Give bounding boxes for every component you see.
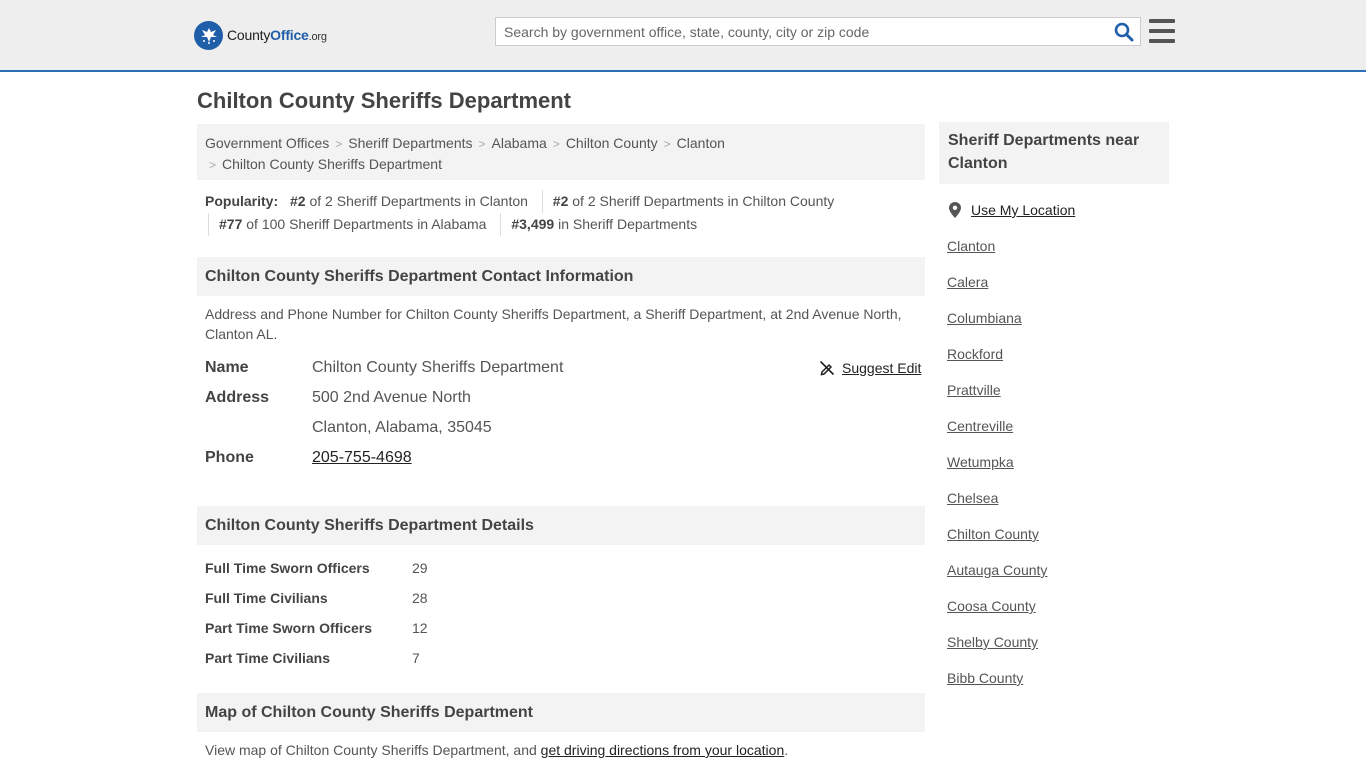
search-input[interactable] bbox=[496, 18, 1106, 45]
site-header: CountyOffice.org bbox=[0, 0, 1366, 72]
sidebar-heading: Sheriff Departments near Clanton bbox=[939, 122, 1169, 184]
nearby-link[interactable]: Chelsea bbox=[947, 490, 998, 506]
nearby-link[interactable]: Rockford bbox=[947, 346, 1003, 362]
address-label: Address bbox=[205, 389, 270, 406]
breadcrumb-current: Chilton County Sheriffs Department bbox=[222, 156, 442, 172]
popularity-item: #3,499 in Sheriff Departments bbox=[500, 213, 707, 236]
suggest-edit-link[interactable]: Suggest Edit bbox=[819, 356, 921, 380]
use-my-location-label: Use My Location bbox=[971, 202, 1076, 218]
nearby-item: Shelby County bbox=[947, 631, 1047, 667]
breadcrumb-separator-icon: > bbox=[663, 137, 671, 151]
breadcrumb-item[interactable]: Chilton County bbox=[566, 135, 658, 151]
nearby-link[interactable]: Wetumpka bbox=[947, 454, 1014, 470]
nearby-link[interactable]: Chilton County bbox=[947, 526, 1039, 542]
nearby-item: Calera bbox=[947, 271, 1047, 307]
use-my-location-link[interactable]: Use My Location bbox=[947, 199, 1075, 221]
nearby-link[interactable]: Coosa County bbox=[947, 598, 1036, 614]
details-value: 29 bbox=[412, 560, 428, 576]
nearby-link[interactable]: Clanton bbox=[947, 238, 995, 254]
map-heading: Map of Chilton County Sheriffs Departmen… bbox=[197, 693, 925, 732]
name-label: Name bbox=[205, 359, 249, 376]
logo-wordmark: CountyOffice.org bbox=[227, 27, 327, 43]
details-value: 28 bbox=[412, 590, 428, 606]
page-title: Chilton County Sheriffs Department bbox=[197, 88, 572, 113]
nearby-link[interactable]: Calera bbox=[947, 274, 988, 290]
nearby-item: Clanton bbox=[947, 235, 1047, 271]
nearby-link[interactable]: Autauga County bbox=[947, 562, 1047, 578]
details-value: 7 bbox=[412, 650, 420, 666]
suggest-edit-label: Suggest Edit bbox=[842, 360, 922, 376]
nearby-link[interactable]: Prattville bbox=[947, 382, 1001, 398]
eagle-seal-icon bbox=[194, 20, 223, 50]
nearby-item: Rockford bbox=[947, 343, 1047, 379]
driving-directions-link[interactable]: get driving directions from your locatio… bbox=[541, 742, 785, 758]
site-logo[interactable]: CountyOffice.org bbox=[194, 20, 327, 50]
nearby-item: Centreville bbox=[947, 415, 1047, 451]
breadcrumb-item[interactable]: Clanton bbox=[677, 135, 725, 151]
phone-link[interactable]: 205-755-4698 bbox=[312, 446, 412, 470]
breadcrumb-item[interactable]: Alabama bbox=[492, 135, 547, 151]
nearby-item: Bibb County bbox=[947, 667, 1047, 703]
search-icon[interactable] bbox=[1114, 22, 1134, 42]
search-box bbox=[495, 17, 1141, 46]
breadcrumb-separator-icon: > bbox=[478, 137, 486, 151]
breadcrumb-item[interactable]: Sheriff Departments bbox=[348, 135, 472, 151]
contact-heading: Chilton County Sheriffs Department Conta… bbox=[197, 257, 925, 296]
breadcrumb: Government Offices > Sheriff Departments > A… bbox=[197, 124, 925, 180]
details-heading: Chilton County Sheriffs Department Detai… bbox=[197, 506, 925, 545]
nearby-item: Coosa County bbox=[947, 595, 1047, 631]
popularity-label: Popularity: bbox=[205, 193, 279, 209]
nearby-link[interactable]: Shelby County bbox=[947, 634, 1038, 650]
map-pin-icon bbox=[949, 202, 961, 218]
nearby-item: Prattville bbox=[947, 379, 1047, 415]
breadcrumb-separator-icon: > bbox=[552, 137, 560, 151]
name-value: Chilton County Sheriffs Department bbox=[312, 359, 564, 376]
hamburger-menu-icon[interactable] bbox=[1149, 19, 1175, 43]
map-description: View map of Chilton County Sheriffs Depa… bbox=[205, 742, 789, 758]
nearby-item: Wetumpka bbox=[947, 451, 1047, 487]
details-label: Full Time Civilians bbox=[205, 590, 328, 606]
popularity-item: #77 of 100 Sheriff Departments in Alabam… bbox=[208, 213, 496, 236]
nearby-list: Clanton Calera Columbiana Rockford Pratt… bbox=[947, 235, 1047, 703]
address-line2: Clanton, Alabama, 35045 bbox=[312, 419, 492, 436]
nearby-link[interactable]: Bibb County bbox=[947, 670, 1023, 686]
contact-description: Address and Phone Number for Chilton Cou… bbox=[205, 306, 902, 342]
details-label: Full Time Sworn Officers bbox=[205, 560, 370, 576]
nearby-item: Chilton County bbox=[947, 523, 1047, 559]
popularity-item: #2 of 2 Sheriff Departments in Chilton C… bbox=[541, 190, 844, 213]
popularity-item: #2 of 2 Sheriff Departments in Clanton bbox=[290, 193, 528, 209]
nearby-link[interactable]: Columbiana bbox=[947, 310, 1022, 326]
nearby-item: Chelsea bbox=[947, 487, 1047, 523]
details-value: 12 bbox=[412, 620, 428, 636]
phone-label: Phone bbox=[205, 449, 254, 466]
address-line1: 500 2nd Avenue North bbox=[312, 389, 471, 406]
breadcrumb-item[interactable]: Government Offices bbox=[205, 135, 329, 151]
nearby-link[interactable]: Centreville bbox=[947, 418, 1013, 434]
nearby-item: Autauga County bbox=[947, 559, 1047, 595]
details-label: Part Time Sworn Officers bbox=[205, 620, 373, 636]
edit-off-icon bbox=[819, 360, 835, 376]
name-row: Name Chilton County Sheriffs Department … bbox=[205, 356, 925, 380]
breadcrumb-separator-icon: > bbox=[209, 158, 217, 172]
popularity-panel: Popularity: #2 of 2 Sheriff Departments … bbox=[205, 190, 925, 236]
nearby-item: Columbiana bbox=[947, 307, 1047, 343]
details-label: Part Time Civilians bbox=[205, 650, 331, 666]
breadcrumb-separator-icon: > bbox=[335, 137, 343, 151]
